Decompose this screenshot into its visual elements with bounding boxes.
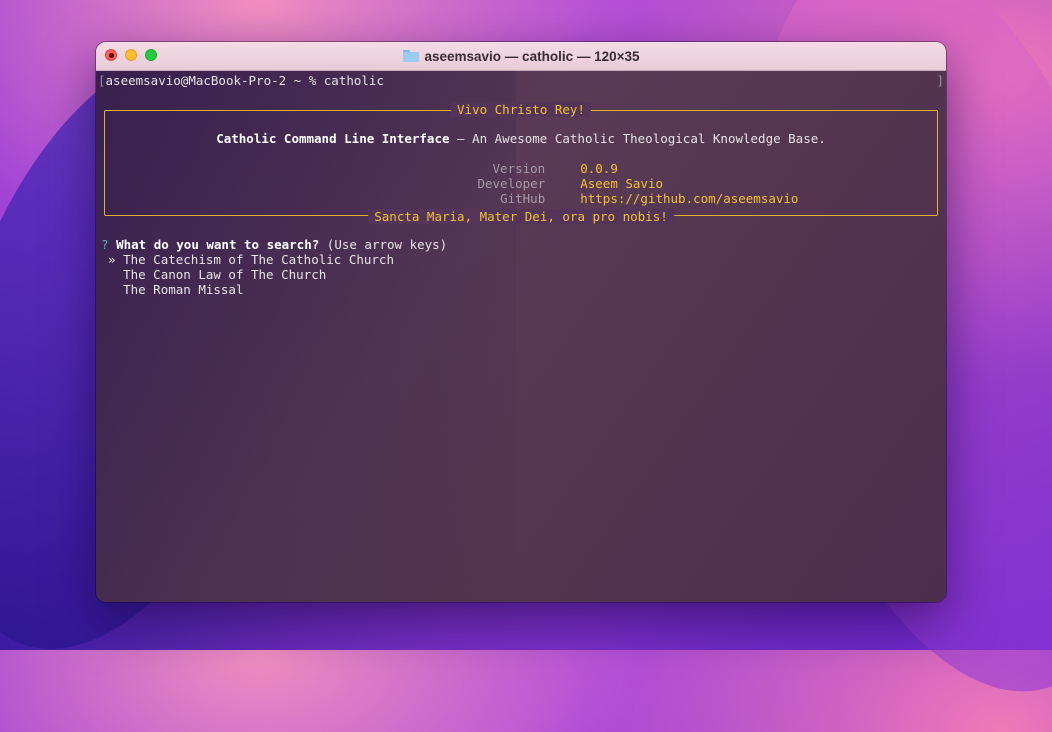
- question-hint: (Use arrow keys): [326, 237, 448, 252]
- heading-rest: — An Awesome Catholic Theological Knowle…: [449, 131, 826, 146]
- option-label: The Catechism of The Catholic Church: [123, 252, 394, 267]
- terminal-content[interactable]: [aseemsavio@MacBook-Pro-2 ~ % catholic ]…: [96, 71, 946, 602]
- option-label: The Roman Missal: [123, 282, 244, 297]
- left-bracket: [: [98, 73, 106, 88]
- question-text: What do you want to search?: [116, 237, 320, 252]
- window-title-group: aseemsavio — catholic — 120×35: [96, 42, 946, 70]
- info-box: Vivo Christo Rey! Catholic Command Line …: [104, 102, 938, 224]
- github-label: GitHub: [500, 191, 546, 206]
- option-roman-missal[interactable]: The Roman Missal: [108, 282, 243, 297]
- option-catechism[interactable]: » The Catechism of The Catholic Church: [108, 252, 394, 267]
- command-prompt: aseemsavio@MacBook-Pro-2 ~ % catholic: [105, 73, 384, 88]
- option-canon-law[interactable]: The Canon Law of The Church: [108, 267, 326, 282]
- option-label: The Canon Law of The Church: [123, 267, 327, 282]
- window-title: aseemsavio — catholic — 120×35: [424, 48, 640, 64]
- box-footer: Sancta Maria, Mater Dei, ora pro nobis!: [368, 209, 674, 224]
- github-link[interactable]: https://github.com/aseemsavio: [580, 191, 798, 206]
- terminal-window[interactable]: aseemsavio — catholic — 120×35 [aseemsav…: [96, 42, 946, 602]
- title-bar[interactable]: aseemsavio — catholic — 120×35: [96, 42, 946, 71]
- search-question: ? What do you want to search? (Use arrow…: [101, 237, 447, 252]
- heading-bold: Catholic Command Line Interface: [216, 131, 450, 146]
- box-title: Vivo Christo Rey!: [451, 102, 591, 117]
- question-mark: ?: [101, 237, 109, 252]
- prompt-line: [aseemsavio@MacBook-Pro-2 ~ % catholic: [98, 73, 384, 88]
- right-bracket: ]: [936, 73, 944, 88]
- box-heading: Catholic Command Line Interface — An Awe…: [105, 131, 937, 146]
- selection-pointer: »: [108, 252, 116, 267]
- folder-icon: [402, 50, 419, 62]
